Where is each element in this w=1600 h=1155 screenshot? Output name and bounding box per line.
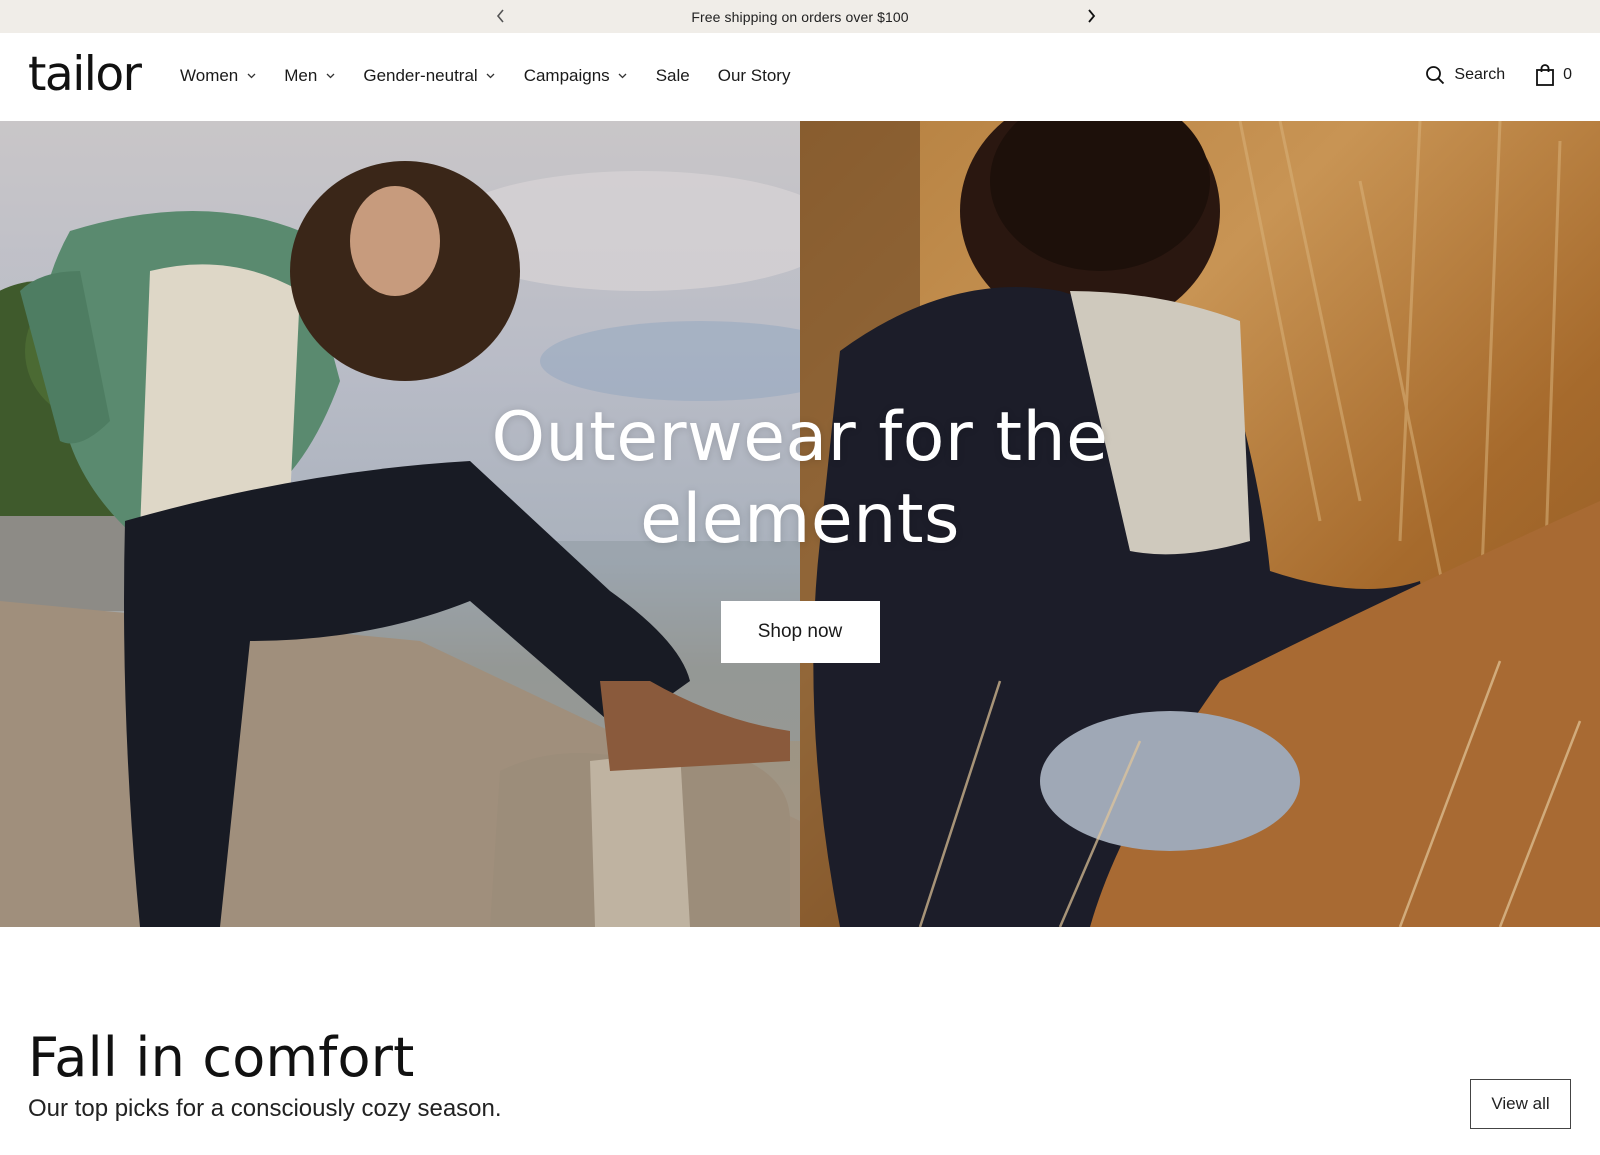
chevron-right-icon[interactable] (1081, 6, 1101, 26)
shop-now-button[interactable]: Shop now (720, 601, 880, 663)
header-actions: Search 0 (1425, 64, 1572, 86)
hero-banner: Outerwear for the elements Shop now (0, 121, 1600, 927)
view-all-button[interactable]: View all (1470, 1079, 1571, 1129)
nav-item-our-story[interactable]: Our Story (718, 66, 791, 86)
chevron-down-icon (325, 71, 335, 81)
nav-item-label: Campaigns (523, 66, 610, 85)
chevron-down-icon (618, 71, 628, 81)
hero-title: Outerwear for the elements (491, 398, 1109, 559)
section-title: Fall in comfort (28, 1026, 415, 1089)
nav-item-label: Men (284, 66, 318, 85)
chevron-left-icon[interactable] (491, 6, 511, 26)
main-nav: Women Men Gender-neutral Campaigns Sale … (180, 66, 818, 86)
search-button[interactable]: Search (1425, 65, 1505, 85)
nav-item-sale[interactable]: Sale (656, 66, 690, 86)
chevron-down-icon (246, 71, 256, 81)
announcement-message: Free shipping on orders over $100 (691, 8, 909, 25)
search-label: Search (1454, 66, 1506, 83)
section-subtitle: Our top picks for a consciously cozy sea… (28, 1095, 502, 1122)
nav-item-label: Women (180, 66, 239, 85)
nav-item-women[interactable]: Women (180, 66, 256, 86)
announcement-bar: Free shipping on orders over $100 (0, 0, 1600, 33)
chevron-down-icon (486, 71, 496, 81)
featured-section: Fall in comfort Our top picks for a cons… (0, 927, 1600, 1155)
nav-item-label: Sale (655, 66, 690, 85)
nav-item-men[interactable]: Men (284, 66, 335, 86)
brand-logo[interactable]: tailor (28, 51, 142, 98)
shopping-bag-icon (1536, 64, 1554, 86)
cart-button[interactable]: 0 (1535, 64, 1572, 86)
search-icon (1426, 66, 1445, 85)
hero-content: Outerwear for the elements Shop now (0, 121, 1600, 927)
nav-item-label: Gender-neutral (363, 66, 478, 85)
nav-item-label: Our Story (717, 66, 791, 85)
cart-count: 0 (1563, 66, 1572, 83)
site-header: tailor Women Men Gender-neutral Campaign… (0, 33, 1600, 121)
nav-item-gender-neutral[interactable]: Gender-neutral (363, 66, 495, 86)
nav-item-campaigns[interactable]: Campaigns (524, 66, 628, 86)
